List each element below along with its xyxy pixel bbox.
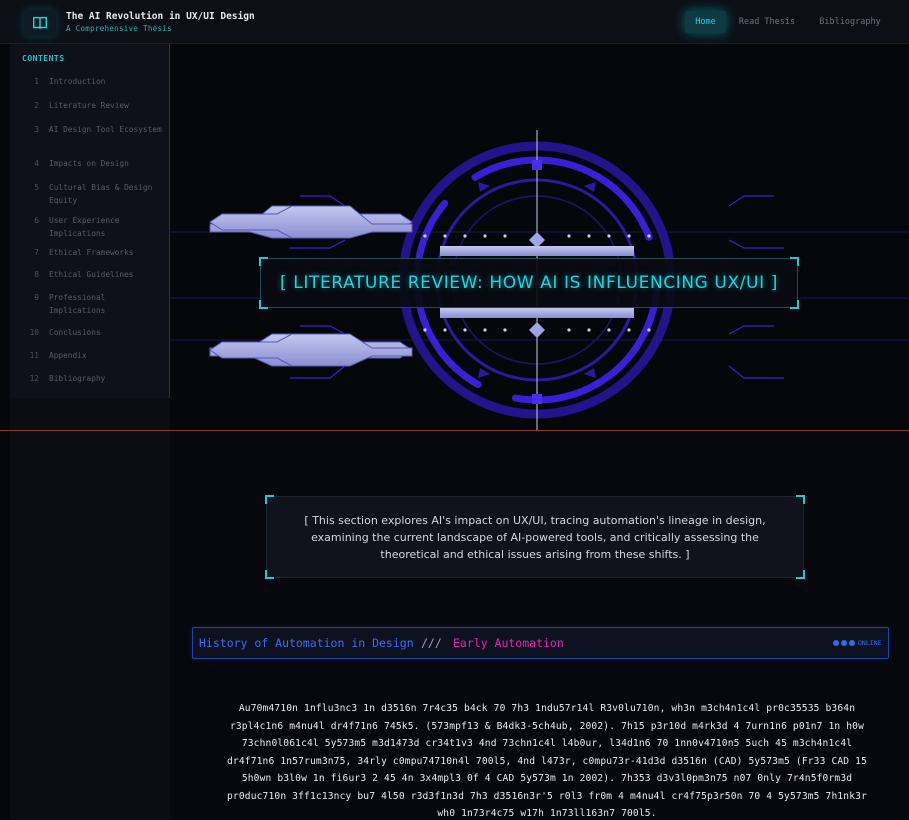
section-title: History of Automation in Design: [199, 636, 414, 650]
toc-item-ethical-guidelines[interactable]: 8 Ethical Guidelines: [22, 269, 162, 282]
hero-circuit-graphic: [170, 130, 909, 430]
toc-item-professional-implications[interactable]: 9 Professional Implications: [22, 292, 162, 317]
body-line: r3pl4c1n6 m4nu4l dr4f71n6 745k5. (573mpf…: [229, 720, 865, 732]
app-header: The AI Revolution in UX/UI Design A Comp…: [0, 0, 909, 44]
nav-home[interactable]: Home: [685, 11, 726, 33]
toc-item-ai-design-tool-ecosystem[interactable]: 3 AI Design Tool Ecosystem: [22, 124, 162, 137]
body-line: Au70m4710n 1nflu3nc3 1n d3516n 7r4c35 b4…: [238, 703, 856, 714]
corner-bracket: [790, 300, 799, 309]
hero-title-panel: [ LITERATURE REVIEW: HOW AI IS INFLUENCI…: [259, 257, 799, 309]
corner-bracket: [265, 570, 274, 579]
book-icon[interactable]: [24, 10, 56, 36]
section-summary-panel: [ This section explores AI's impact on U…: [265, 495, 805, 579]
nav-read-thesis[interactable]: Read Thesis: [735, 11, 799, 33]
hero-banner: [170, 44, 909, 430]
body-line: wh0 1n73r4c75 w17h 1n73ll163n7 700l5.: [437, 808, 657, 819]
toc-item-bibliography[interactable]: 12 Bibliography: [22, 373, 162, 386]
nav-bibliography[interactable]: Bibliography: [813, 11, 887, 33]
toc-item-conclusions[interactable]: 10 Conclusions: [22, 327, 162, 340]
body-line: dr4f71n6 1n57rum3n75, 34rly c0mpu74710n4…: [227, 755, 867, 767]
section-summary-text: [ This section explores AI's impact on U…: [304, 514, 766, 561]
corner-bracket: [259, 257, 268, 266]
app-title: The AI Revolution in UX/UI Design: [66, 11, 255, 22]
toc-item-appendix[interactable]: 11 Appendix: [22, 350, 162, 363]
toc-item-introduction[interactable]: 1 Introduction: [22, 76, 162, 89]
section-header-bar: History of Automation in Design /// Earl…: [192, 627, 889, 659]
toc-item-cultural-bias[interactable]: 5 Cultural Bias & Design Equity: [22, 182, 162, 207]
toc-item-literature-review[interactable]: 2 Literature Review: [22, 100, 162, 113]
body-line: 5h0wn b3l0w 1n fi6ur3 2 45 4n 3x4mpl3 0f…: [241, 773, 853, 784]
body-paragraph: Au70m4710n 1nflu3nc3 1n d3516n 7r4c35 b4…: [212, 700, 882, 820]
status-dots-icon: [833, 640, 855, 646]
section-subtitle: Early Automation: [453, 636, 564, 650]
corner-bracket: [265, 495, 274, 504]
toc-title: CONTENTS: [22, 54, 65, 63]
corner-bracket: [259, 300, 268, 309]
app-subtitle: A Comprehensive Thesis: [66, 24, 172, 33]
toc-item-user-experience[interactable]: 6 User Experience Implications: [22, 215, 162, 240]
status-label: ONLINE: [858, 639, 882, 647]
body-line: pr0duc710n 3ff1c13ncy bu7 4l50 r3d3f1n3d…: [227, 790, 867, 802]
body-line: 73chn0l061c4l 5y573m5 m3d1473d cr34t1v3 …: [241, 738, 853, 749]
corner-bracket: [796, 570, 805, 579]
toc-item-impacts-on-design[interactable]: 4 Impacts on Design: [22, 158, 162, 171]
hero-title: [ LITERATURE REVIEW: HOW AI IS INFLUENCI…: [280, 273, 778, 293]
corner-bracket: [796, 495, 805, 504]
sidebar-lower-panel: [10, 398, 170, 820]
toc-item-ethical-frameworks[interactable]: 7 Ethical Frameworks: [22, 247, 162, 260]
corner-bracket: [790, 257, 799, 266]
section-separator: ///: [421, 636, 442, 650]
